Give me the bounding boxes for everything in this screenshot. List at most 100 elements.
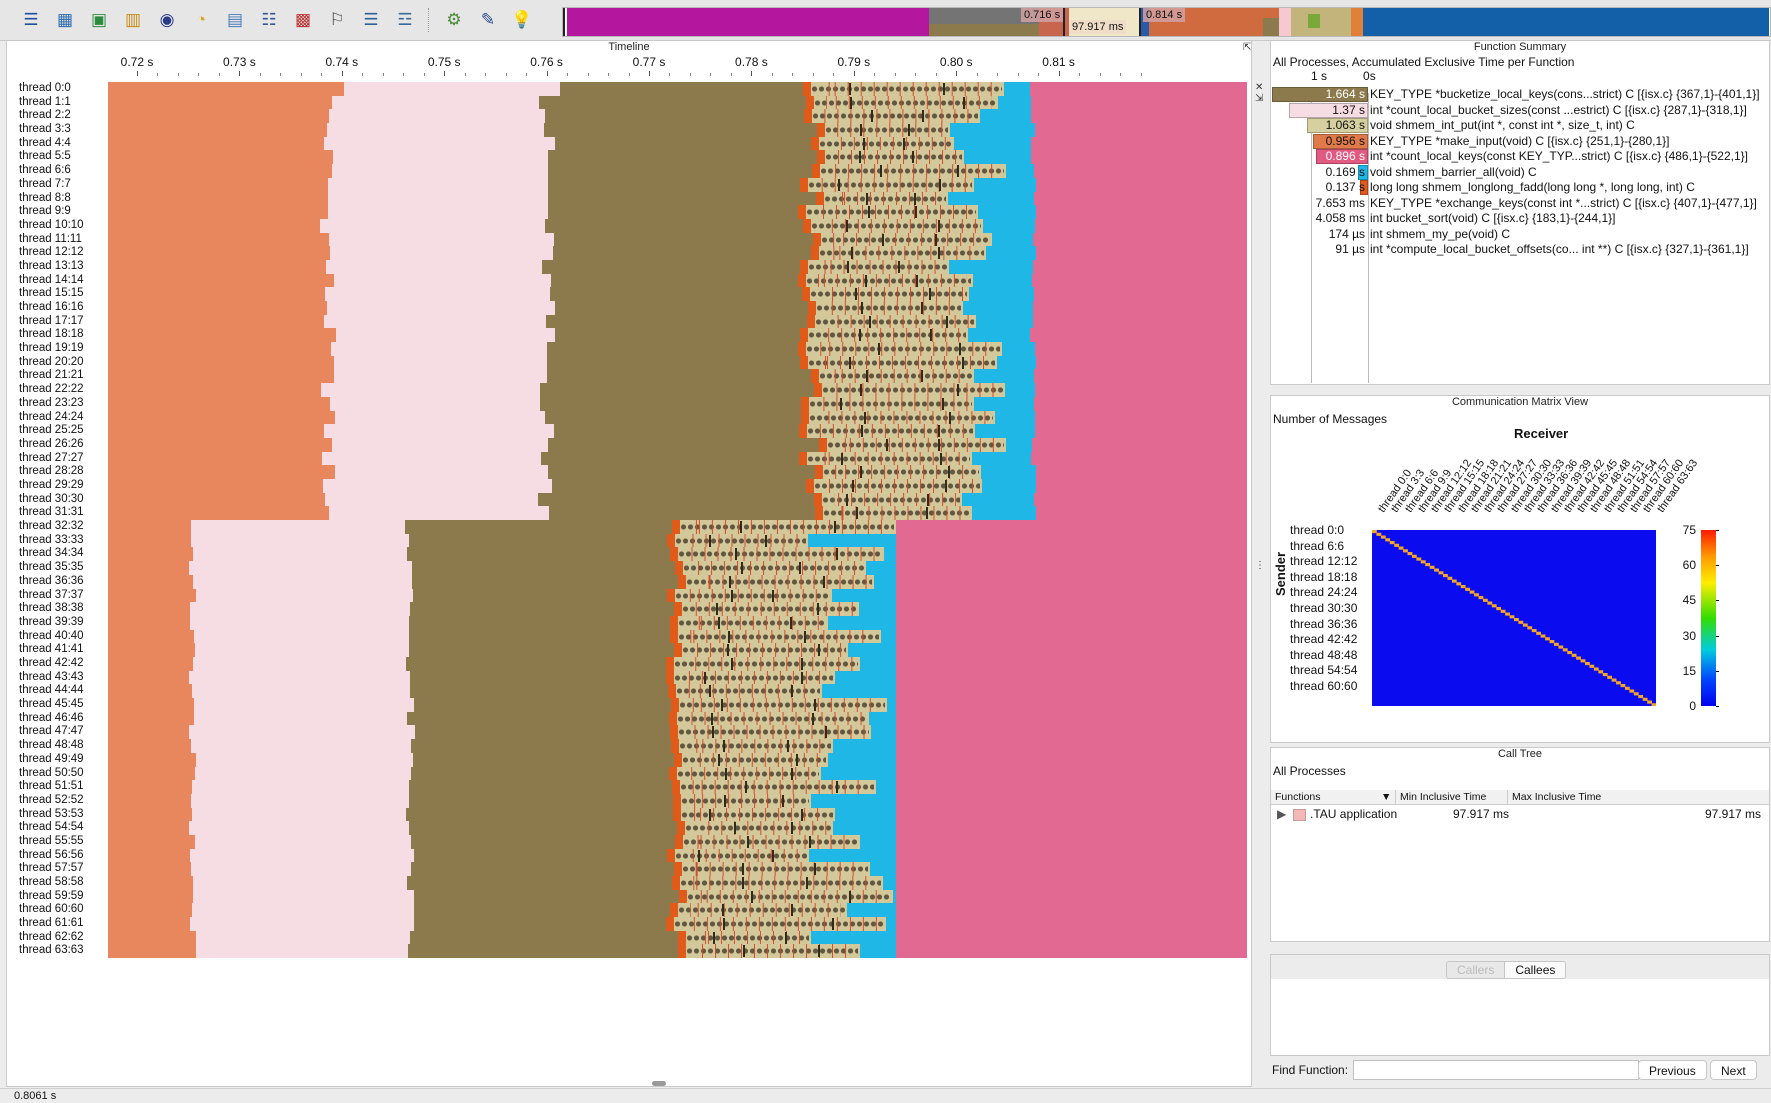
col-functions[interactable]: Functions — [1275, 790, 1321, 804]
thread-row[interactable] — [108, 944, 1247, 958]
find-function-input[interactable] — [1353, 1060, 1639, 1080]
pin-icon[interactable]: ✎ — [475, 8, 501, 32]
function-summary-row[interactable]: 0.137 slong long shmem_longlong_fadd(lon… — [1271, 179, 1770, 196]
thread-row[interactable] — [108, 821, 1247, 835]
callers-callees-tabs[interactable]: Callers Callees — [1446, 961, 1566, 979]
function-summary-row[interactable]: 0.956 sKEY_TYPE *make_input(void) C [{is… — [1271, 133, 1770, 150]
thread-row[interactable] — [108, 561, 1247, 575]
timeline-overview[interactable]: 0.716 s 97.917 ms 0.814 s — [562, 7, 1771, 37]
thread-row[interactable] — [108, 411, 1247, 425]
thread-row[interactable] — [108, 684, 1247, 698]
thread-row[interactable] — [108, 233, 1247, 247]
thread-row[interactable] — [108, 383, 1247, 397]
thread-row[interactable] — [108, 712, 1247, 726]
thread-row[interactable] — [108, 82, 1247, 96]
thread-row[interactable] — [108, 520, 1247, 534]
thread-row[interactable] — [108, 876, 1247, 890]
thread-row[interactable] — [108, 137, 1247, 151]
thread-row[interactable] — [108, 397, 1247, 411]
thread-row[interactable] — [108, 315, 1247, 329]
panel-side-buttons[interactable]: ✕⇲ — [1255, 82, 1263, 104]
thread-row[interactable] — [108, 479, 1247, 493]
thread-row[interactable] — [108, 575, 1247, 589]
thread-row[interactable] — [108, 890, 1247, 904]
thread-row[interactable] — [108, 260, 1247, 274]
thread-row[interactable] — [108, 356, 1247, 370]
image-icon[interactable]: ▣ — [86, 8, 112, 32]
thread-row[interactable] — [108, 643, 1247, 657]
thread-row[interactable] — [108, 192, 1247, 206]
splitter-handle[interactable]: ⋮ — [1255, 560, 1265, 571]
function-summary-row[interactable]: 1.37 sint *count_local_bucket_sizes(cons… — [1271, 102, 1770, 119]
thread-row[interactable] — [108, 547, 1247, 561]
thread-row[interactable] — [108, 493, 1247, 507]
timeline-panel-buttons[interactable]: ⇱✕ — [1243, 42, 1252, 53]
histogram-icon[interactable]: ⚐ — [324, 8, 350, 32]
thread-row[interactable] — [108, 698, 1247, 712]
thread-row[interactable] — [108, 725, 1247, 739]
thread-row[interactable] — [108, 328, 1247, 342]
thread-row[interactable] — [108, 452, 1247, 466]
thread-row[interactable] — [108, 506, 1247, 520]
thread-row[interactable] — [108, 96, 1247, 110]
thread-row[interactable] — [108, 164, 1247, 178]
thread-row[interactable] — [108, 109, 1247, 123]
thread-row[interactable] — [108, 534, 1247, 548]
thread-row[interactable] — [108, 589, 1247, 603]
col-max-inclusive[interactable]: Max Inclusive Time — [1507, 790, 1601, 804]
list-icon[interactable]: ☷ — [256, 8, 282, 32]
thread-row[interactable] — [108, 671, 1247, 685]
thread-row[interactable] — [108, 219, 1247, 233]
heatmap-icon[interactable]: ▩ — [290, 8, 316, 32]
tab-callees[interactable]: Callees — [1504, 962, 1565, 978]
function-summary-row[interactable]: 1.664 sKEY_TYPE *bucketize_local_keys(co… — [1271, 86, 1770, 103]
thread-row[interactable] — [108, 903, 1247, 917]
thread-row[interactable] — [108, 794, 1247, 808]
horizontal-scroll-handle[interactable] — [652, 1081, 666, 1086]
thread-row[interactable] — [108, 465, 1247, 479]
lightbulb-icon[interactable]: 💡 — [509, 8, 535, 32]
thread-row[interactable] — [108, 835, 1247, 849]
thread-row[interactable] — [108, 630, 1247, 644]
function-summary-row[interactable]: 91 µsint *compute_local_bucket_offsets(c… — [1271, 241, 1770, 258]
thread-row[interactable] — [108, 342, 1247, 356]
comm-matrix-heatmap[interactable] — [1372, 530, 1656, 706]
thread-row[interactable] — [108, 369, 1247, 383]
thread-row[interactable] — [108, 657, 1247, 671]
thread-row[interactable] — [108, 287, 1247, 301]
thread-row[interactable] — [108, 274, 1247, 288]
thread-row[interactable] — [108, 178, 1247, 192]
tab-callers[interactable]: Callers — [1447, 962, 1504, 978]
thread-row[interactable] — [108, 808, 1247, 822]
thread-row[interactable] — [108, 246, 1247, 260]
globe-3d-icon[interactable]: ◉ — [154, 8, 180, 32]
function-summary-row[interactable]: 7.653 msKEY_TYPE *exchange_keys(const in… — [1271, 195, 1770, 212]
network-icon[interactable]: ⚙ — [441, 8, 467, 32]
thread-row[interactable] — [108, 301, 1247, 315]
thread-row[interactable] — [108, 780, 1247, 794]
function-summary-row[interactable]: 0.896 sint *count_local_keys(const KEY_T… — [1271, 148, 1770, 165]
thread-row[interactable] — [108, 205, 1247, 219]
document-list-icon[interactable]: ☰ — [358, 8, 384, 32]
expand-triangle-icon[interactable]: ▶ — [1277, 806, 1286, 822]
thread-row[interactable] — [108, 862, 1247, 876]
table-icon[interactable]: ☰ — [18, 8, 44, 32]
thread-row[interactable] — [108, 849, 1247, 863]
thread-row[interactable] — [108, 438, 1247, 452]
function-summary-row[interactable]: 174 µsint shmem_my_pe(void) C — [1271, 226, 1770, 243]
bar-chart-icon[interactable]: ▥ — [120, 8, 146, 32]
function-summary-row[interactable]: 0.169 svoid shmem_barrier_all(void) C — [1271, 164, 1770, 181]
window-icon[interactable]: ▤ — [222, 8, 248, 32]
scatter-plot-icon[interactable]: ▦ — [52, 8, 78, 32]
thread-row[interactable] — [108, 602, 1247, 616]
thread-row[interactable] — [108, 767, 1247, 781]
thread-row[interactable] — [108, 424, 1247, 438]
thread-row[interactable] — [108, 931, 1247, 945]
thread-row[interactable] — [108, 616, 1247, 630]
function-summary-row[interactable]: 4.058 msint bucket_sort(void) C [{isx.c}… — [1271, 210, 1770, 227]
thread-label[interactable]: thread 63:63 — [19, 943, 84, 959]
thread-row[interactable] — [108, 150, 1247, 164]
previous-button[interactable]: Previous — [1638, 1060, 1707, 1080]
thread-row[interactable] — [108, 917, 1247, 931]
function-summary-row[interactable]: 1.063 svoid shmem_int_put(int *, const i… — [1271, 117, 1770, 134]
